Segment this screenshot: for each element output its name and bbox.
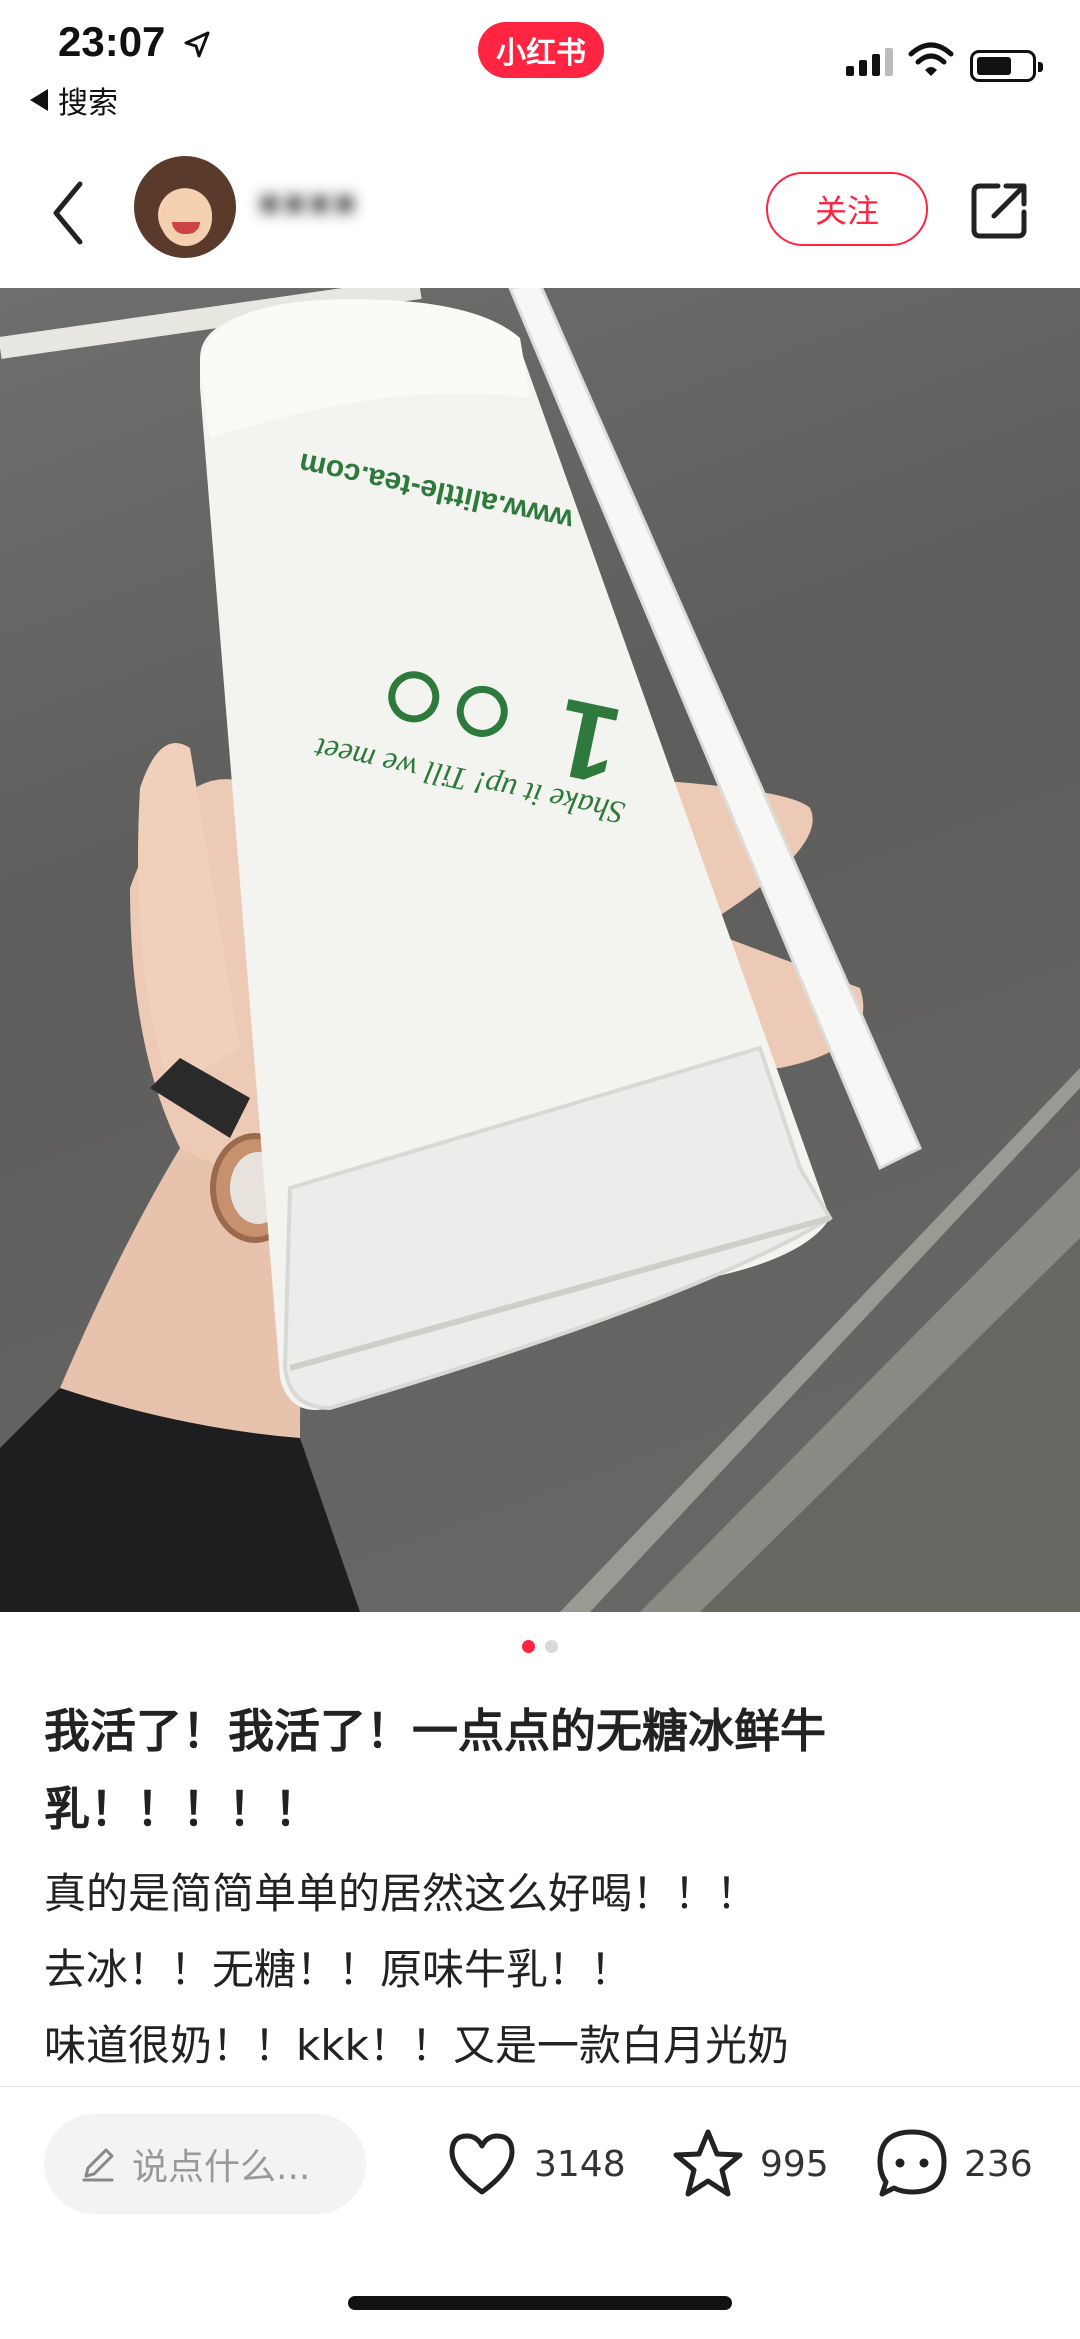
status-bar: 23:07 搜索 小红书 <box>0 0 1080 140</box>
bottom-divider <box>0 2086 1080 2087</box>
battery-icon <box>970 50 1043 82</box>
post-body-line: 味道很奶！！kkk！！又是一款白月光奶 <box>44 2021 789 2070</box>
comment-bubble-icon <box>877 2129 947 2197</box>
back-triangle-icon <box>30 89 48 111</box>
status-time: 23:07 <box>58 18 166 65</box>
pager-dot[interactable] <box>545 1640 558 1653</box>
collect-button[interactable]: 995 <box>670 2122 829 2206</box>
home-indicator[interactable] <box>348 2296 732 2310</box>
like-button[interactable]: 3148 <box>444 2122 626 2206</box>
pencil-icon <box>82 2148 114 2182</box>
post-body-line: 真的是简简单单的居然这么好喝！！！ <box>44 1869 759 1918</box>
collect-count: 995 <box>760 2143 829 2185</box>
post-title: 我活了！我活了！一点点的无糖冰鲜牛乳！！！！！ <box>44 1704 826 1836</box>
comment-count: 236 <box>964 2143 1033 2185</box>
chevron-left-icon[interactable] <box>48 178 88 248</box>
app-badge: 小红书 <box>478 22 604 78</box>
post-body-line: 去冰！！无糖！！原味牛乳！！ <box>44 1945 633 1994</box>
post-body: 真的是简简单单的居然这么好喝！！！ 去冰！！无糖！！原味牛乳！！ 味道很奶！！k… <box>44 1856 1044 2084</box>
comments-button[interactable]: 236 <box>874 2122 1033 2206</box>
wifi-icon <box>908 42 954 76</box>
follow-button[interactable]: 关注 <box>766 172 928 246</box>
username[interactable]: ▪︎▪︎▪︎▪︎ <box>258 182 358 226</box>
star-icon <box>673 2129 743 2197</box>
comment-input[interactable]: 说点什么... <box>44 2114 366 2214</box>
post-photo[interactable]: www.alittle-tea.com Shake it up! Till we… <box>0 288 1080 1612</box>
signal-icon <box>846 48 893 76</box>
pager-dot-active[interactable] <box>522 1640 535 1653</box>
photo-illustration: www.alittle-tea.com Shake it up! Till we… <box>0 288 1080 1612</box>
location-arrow-icon <box>184 31 210 58</box>
like-count: 3148 <box>534 2143 626 2185</box>
heart-icon <box>449 2133 515 2195</box>
share-icon[interactable] <box>968 178 1032 242</box>
photo-pager <box>0 1640 1080 1653</box>
post-header: ▪︎▪︎▪︎▪︎ 关注 <box>0 140 1080 288</box>
avatar[interactable] <box>134 156 236 258</box>
back-app-label: 搜索 <box>58 86 118 121</box>
comment-placeholder: 说点什么... <box>132 2147 311 2188</box>
back-to-search-link[interactable]: 搜索 <box>30 78 118 122</box>
